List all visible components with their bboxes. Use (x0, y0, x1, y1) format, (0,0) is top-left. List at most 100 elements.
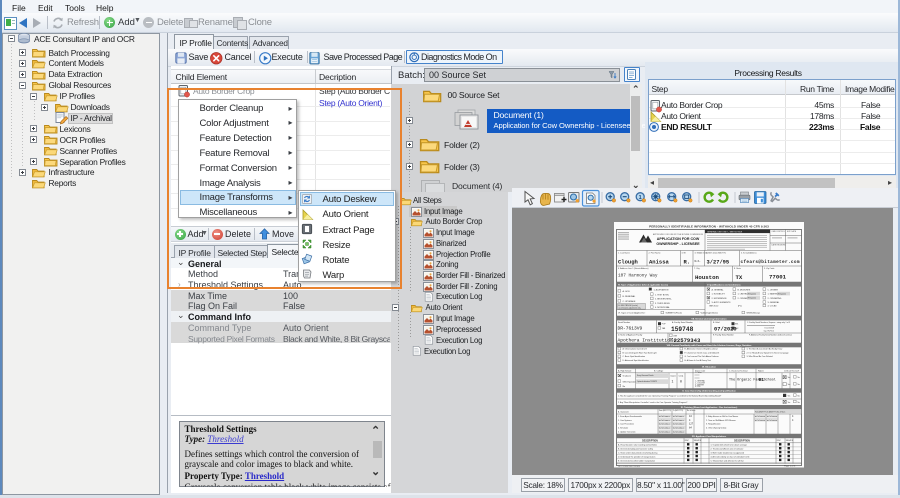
svg-text:VIII. Current Familiarity with: VIII. Current Familiarity with Cows and … (667, 344, 752, 347)
svg-text:XI. Training (Show Last Applic: XI. Training (Show Last Application - Du… (681, 406, 738, 409)
svg-text:N/A-: N/A- (695, 259, 702, 263)
svg-text:2. OPERATING: 2. OPERATING (768, 296, 782, 299)
svg-text:77001: 77001 (769, 273, 787, 280)
svg-text:3/4/2014: 3/4/2014 (673, 418, 684, 421)
svg-text:A. Classroom: A. Classroom (618, 410, 629, 413)
svg-text:KE1: KE1 (735, 323, 738, 325)
svg-text:VII. Service Licensing Informa: VII. Service Licensing Information (691, 317, 727, 320)
svg-text:3. GENERAL: 3. GENERAL (768, 301, 781, 304)
svg-text:4 - PhD: 4 - PhD (695, 386, 701, 388)
svg-text:3/4/2014: 3/4/2014 (673, 422, 684, 425)
svg-text:InsertsSelf: InsertsSelf (765, 326, 775, 329)
svg-text:3/4/2014: 3/4/2014 (673, 426, 684, 429)
svg-text:E. Unrestricted excellent udde: E. Unrestricted excellent udder manipula… (618, 459, 655, 462)
svg-text:5. E-mail Address: 5. E-mail Address (741, 251, 757, 254)
svg-text:A. GOS: A. GOS (623, 290, 631, 293)
svg-text:2 - COLLEGE: 2 - COLLEGE (695, 382, 705, 384)
svg-text:GMK B.10: GMK B.10 (709, 305, 719, 307)
svg-text:Highest: Highest (758, 369, 764, 372)
svg-text:DESCRIPTION: DESCRIPTION (734, 440, 750, 442)
svg-text:B. Valid: B. Valid (713, 321, 719, 323)
svg-text:Graduate: Graduate (623, 374, 632, 377)
svg-text:1. ALLEVIATION: 1. ALLEVIATION (654, 288, 669, 291)
svg-text:B. RENEWAL: B. RENEWAL (623, 295, 637, 298)
svg-text:SUBMITS (Flock): SUBMITS (Flock) (666, 312, 682, 314)
svg-text:C. UPGRADE: C. UPGRADE (623, 300, 637, 303)
svg-text:C. LESSER: C. LESSER (768, 289, 779, 291)
svg-text:V. Qualifications and Limitati: V. Qualifications and Limitations (707, 283, 741, 286)
svg-text:2. Cow Systems: 2. Cow Systems (618, 418, 632, 421)
svg-text:159748: 159748 (671, 325, 694, 332)
svg-text:No: No (798, 384, 800, 386)
svg-text:IV. Type of Application (Check: IV. Type of Application (Check applicabl… (618, 283, 668, 286)
svg-text:1. Last Name: 1. Last Name (618, 251, 631, 254)
svg-text:Yes: Yes (788, 384, 791, 386)
svg-text:A. GENERAL: A. GENERAL (712, 288, 725, 291)
svg-text:3/4/2014: 3/4/2014 (755, 414, 766, 417)
svg-text:D. Understood the provider of: D. Understood the provider of reorganisa… (618, 455, 655, 458)
svg-text:E. Facility Serial Number: E. Facility Serial Number (713, 333, 734, 336)
svg-text:1. Ocipital skills wheel to be: 1. Ocipital skills wheel to be above ave… (711, 443, 747, 446)
svg-text:3. Requalification: 3. Requalification (706, 422, 721, 425)
svg-text:107 Harmony Way: 107 Harmony Way (618, 273, 658, 278)
svg-text:OWNERSHIP - LICENSEE: OWNERSHIP - LICENSEE (656, 242, 700, 246)
svg-text:DESCRIPTION: DESCRIPTION (642, 440, 658, 442)
svg-text:3/4/2014: 3/4/2014 (659, 422, 670, 425)
svg-text:4. COLBD: 4. COLBD (768, 305, 778, 307)
svg-text:1. Farm Apart Fundamentals: 1. Farm Apart Fundamentals (618, 414, 642, 417)
svg-text:C. Vocational Technical: C. Vocational Technical (729, 369, 748, 372)
svg-text:C. Facility Serial Numbers, Ex: C. Facility Serial Numbers, Express - us… (747, 320, 790, 323)
svg-text:H. A Home In Just A Fancy Text: H. A Home In Just A Fancy Text (685, 359, 712, 362)
svg-text:To (M/D/YYYY): To (M/D/YYYY) (673, 410, 684, 412)
svg-text:A. Observations married to B: A. Observations married to B (623, 347, 648, 350)
svg-text:3. Moth made steadiness) eucal: 3. Moth made steadiness) eucalyptused (711, 451, 744, 454)
svg-text:cfears@bitameter.com: cfears@bitameter.com (741, 259, 800, 264)
svg-text:3/4/2014: 3/4/2014 (767, 418, 778, 421)
svg-text:WGM (Binary): WGM (Binary) (747, 311, 760, 314)
svg-text:IX. Education: IX. Education (702, 365, 717, 368)
svg-text:2. Any “Meat Manipulation Cont: 2. Any “Meat Manipulation Controller” us… (618, 401, 687, 404)
svg-text:KE2: KE2 (735, 328, 738, 330)
svg-text:3. Cow Procedures: 3. Cow Procedures (618, 422, 634, 425)
svg-text:1: 1 (639, 195, 642, 201)
svg-text:Keep Forward Finish: Keep Forward Finish (637, 375, 654, 377)
svg-text:B. MODURES: B. MODURES (738, 289, 751, 291)
svg-text:2. I’ve Heard A Cow Speak In I: 2. I’ve Heard A Cow Speak In Its Secret … (747, 351, 789, 354)
svg-text:3. Who Wheel Be Cow Related: 3. Who Wheel Be Cow Related (747, 355, 773, 358)
svg-text:8. State: 8. State (734, 266, 742, 269)
svg-text:3/27/95: 3/27/95 (707, 259, 730, 265)
svg-text:3/4/2014: 3/4/2014 (755, 418, 766, 421)
svg-text:2. EXPERIENCE: 2. EXPERIENCE (712, 297, 728, 299)
svg-text:(Emigrate): (Emigrate) (748, 292, 757, 295)
svg-text:Apothera Institution: Apothera Institution (618, 337, 673, 343)
svg-text:7. City: 7. City (694, 266, 700, 269)
svg-text:No: No (798, 401, 800, 403)
svg-text:3/4/2014: 3/4/2014 (673, 430, 684, 433)
svg-text:3/4/2014: 3/4/2014 (659, 426, 670, 429)
svg-text:6. Address Line 1 (Street Addr: 6. Address Line 1 (Street Address) (618, 266, 649, 269)
svg-text:Yes: Yes (788, 377, 791, 379)
svg-text:(Emigrate): (Emigrate) (778, 292, 787, 295)
svg-text:3/4/2014: 3/4/2014 (767, 414, 778, 417)
svg-text:The Organic Farm School: The Organic Farm School (729, 377, 776, 382)
svg-text:B. Unrestricted adequate harve: B. Unrestricted adequate harvester safet… (618, 447, 653, 450)
svg-text:No: No (798, 395, 800, 397)
svg-text:Clough: Clough (618, 258, 638, 265)
svg-text:TX: TX (736, 274, 743, 281)
svg-text:1. Has the applicant completed: 1. Has the applicant completed the Cow O… (618, 394, 721, 397)
svg-text:4. NOTATIONAL: 4. NOTATIONAL (655, 306, 671, 309)
svg-text:GENERAL USE ONLY - SEE NOTICE: GENERAL USE ONLY - SEE NOTICE (707, 230, 743, 233)
svg-text:Version Code: Version Code (695, 369, 705, 372)
svg-text:4. Simulator: 4. Simulator (618, 426, 628, 429)
svg-text:DR-7613V9: DR-7613V9 (618, 325, 643, 331)
svg-text:Yes: Yes (788, 401, 791, 403)
svg-text:5. Update Instruction: 5. Update Instruction (618, 430, 635, 433)
svg-text:22579343: 22579343 (674, 336, 701, 343)
svg-text:Serial Number: Serial Number (618, 320, 630, 323)
svg-text:2. Thanks and officiers one of: 2. Thanks and officiers one of cultivato… (711, 447, 744, 450)
svg-text:A. High School: A. High School (618, 369, 632, 372)
svg-text:as emissions adjustment only: as emissions adjustment only (619, 306, 641, 309)
svg-text:1: 1 (672, 379, 674, 383)
svg-text:3/4/2014: 3/4/2014 (673, 414, 684, 417)
svg-text:F. Additional Facility Serial: F. Additional Facility Serial Numbers (f… (749, 333, 792, 336)
